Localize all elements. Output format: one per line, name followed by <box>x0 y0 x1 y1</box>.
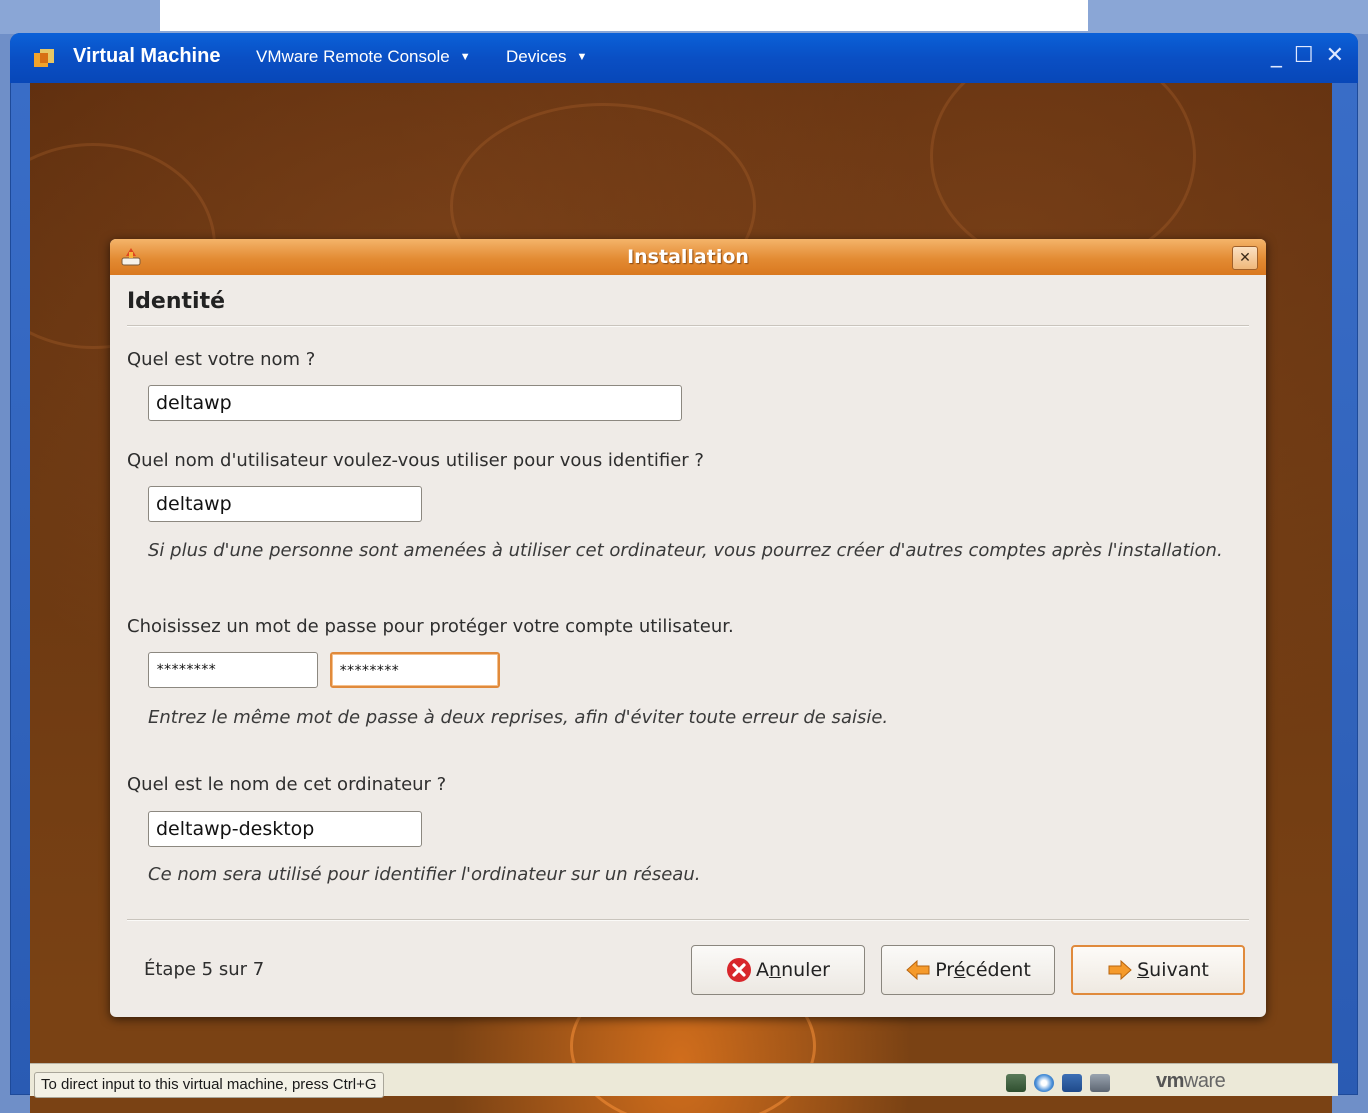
back-label-part: cédent <box>965 959 1031 981</box>
network-icon[interactable] <box>1062 1074 1082 1092</box>
vmware-logo-bold: vm <box>1156 1070 1184 1092</box>
menu-label: Devices <box>506 47 567 66</box>
next-label-mnemonic: S <box>1137 959 1150 981</box>
username-input[interactable]: deltawp <box>148 486 422 522</box>
divider <box>127 325 1249 327</box>
computer-name-hint: Ce nom sera utilisé pour identifier l'or… <box>148 864 701 885</box>
full-name-input[interactable]: deltawp <box>148 385 682 421</box>
divider <box>127 919 1249 921</box>
cancel-icon <box>727 958 752 982</box>
cancel-label-part: nuler <box>781 959 830 981</box>
device-icons <box>1006 1074 1110 1092</box>
menu-label: VMware Remote Console <box>256 47 450 66</box>
back-label-mnemonic: é <box>953 959 966 981</box>
vmware-titlebar: Virtual Machine VMware Remote Console ▼ … <box>10 33 1358 83</box>
chevron-down-icon: ▼ <box>576 51 588 63</box>
host-background-strip <box>0 0 1368 34</box>
dialog-close-button[interactable]: ✕ <box>1232 246 1258 270</box>
window-controls: _ ☐ ✕ <box>1271 43 1344 68</box>
close-icon[interactable]: ✕ <box>1326 43 1344 68</box>
menu-vmware-remote-console[interactable]: VMware Remote Console ▼ <box>256 47 471 67</box>
vmware-logo: vmware <box>1156 1070 1226 1093</box>
password-label: Choisissez un mot de passe pour protéger… <box>127 616 734 637</box>
chevron-down-icon: ▼ <box>459 51 471 63</box>
computer-name-input[interactable]: deltawp-desktop <box>148 811 422 847</box>
menu-devices[interactable]: Devices ▼ <box>506 47 587 67</box>
cancel-label-mnemonic: n <box>769 959 782 981</box>
cancel-label: Annuler <box>756 959 830 981</box>
back-label-part: Pr <box>935 959 954 981</box>
hard-disk-icon[interactable] <box>1006 1074 1026 1092</box>
maximize-icon[interactable]: ☐ <box>1294 43 1314 68</box>
username-label: Quel nom d'utilisateur voulez-vous utili… <box>127 450 704 471</box>
password-input[interactable]: ******** <box>148 652 318 688</box>
host-window-behind <box>160 0 1088 31</box>
back-arrow-icon <box>906 959 930 981</box>
dialog-title: Installation <box>627 246 749 268</box>
step-indicator: Étape 5 sur 7 <box>144 959 265 980</box>
cancel-label-part: A <box>756 959 770 981</box>
next-label: Suivant <box>1137 959 1209 981</box>
password-confirm-input[interactable]: ******** <box>330 652 500 688</box>
dialog-titlebar: Installation ✕ <box>110 239 1266 275</box>
installer-dialog: Installation ✕ Identité Quel est votre n… <box>110 239 1266 1017</box>
computer-name-label: Quel est le nom de cet ordinateur ? <box>127 774 447 795</box>
back-label: Précédent <box>935 959 1031 981</box>
vm-window-title: Virtual Machine <box>73 45 221 67</box>
name-label: Quel est votre nom ? <box>127 349 316 370</box>
usb-icon[interactable] <box>1090 1074 1110 1092</box>
cd-drive-icon[interactable] <box>1034 1074 1054 1092</box>
vm-app-icon <box>34 49 54 67</box>
back-button[interactable]: Précédent <box>881 945 1055 995</box>
password-hint: Entrez le même mot de passe à deux repri… <box>148 707 889 728</box>
next-arrow-icon <box>1108 959 1132 981</box>
cancel-button[interactable]: Annuler <box>691 945 865 995</box>
status-bar: To direct input to this virtual machine,… <box>30 1063 1338 1098</box>
status-message: To direct input to this virtual machine,… <box>34 1072 384 1098</box>
page-title: Identité <box>127 289 226 314</box>
vmware-window: Virtual Machine VMware Remote Console ▼ … <box>10 33 1358 1113</box>
vmware-logo-rest: ware <box>1183 1070 1226 1092</box>
guest-desktop[interactable]: Installation ✕ Identité Quel est votre n… <box>30 83 1332 1113</box>
next-button[interactable]: Suivant <box>1071 945 1245 995</box>
minimize-icon[interactable]: _ <box>1271 43 1282 68</box>
username-hint: Si plus d'une personne sont amenées à ut… <box>148 540 1223 561</box>
next-label-part: uivant <box>1149 959 1209 981</box>
